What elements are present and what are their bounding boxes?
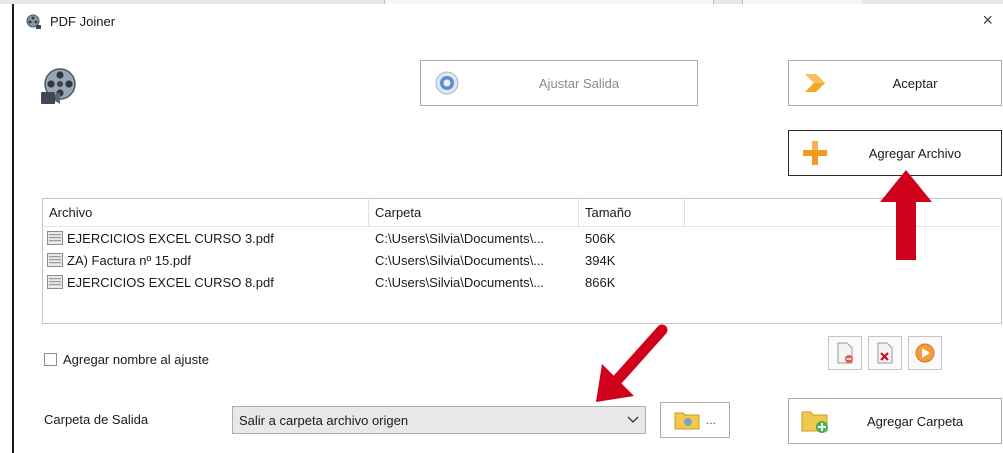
checkbox-box[interactable] bbox=[44, 353, 57, 366]
chevron-down-icon bbox=[621, 416, 645, 424]
column-header-archivo[interactable]: Archivo bbox=[43, 199, 369, 227]
play-circle-icon bbox=[915, 343, 935, 363]
file-folder: C:\Users\Silvia\Documents\... bbox=[375, 252, 545, 268]
column-header-empty bbox=[685, 199, 1001, 227]
column-header-tamano[interactable]: Tamaño bbox=[579, 199, 685, 227]
close-button[interactable]: × bbox=[982, 10, 993, 31]
file-row[interactable]: EJERCICIOS EXCEL CURSO 3.pdf C:\Users\Si… bbox=[43, 227, 1001, 249]
gear-circle-icon bbox=[433, 69, 461, 97]
file-icon bbox=[47, 253, 63, 267]
file-row[interactable]: ZA) Factura nº 15.pdf C:\Users\Silvia\Do… bbox=[43, 249, 1001, 271]
carpeta-salida-select[interactable]: Salir a carpeta archivo origen bbox=[232, 406, 646, 434]
file-size: 866K bbox=[585, 274, 616, 290]
aceptar-button[interactable]: Aceptar bbox=[788, 60, 1002, 106]
titlebar: PDF Joiner × bbox=[14, 10, 1003, 42]
file-folder: C:\Users\Silvia\Documents\... bbox=[375, 274, 545, 290]
orange-arrow-icon bbox=[801, 69, 829, 97]
folder-icon bbox=[674, 412, 700, 430]
pdf-joiner-window: PDF Joiner × Ajustar Salida Aceptar Agre… bbox=[12, 4, 1003, 453]
carpeta-salida-label: Carpeta de Salida bbox=[44, 412, 149, 427]
file-size: 394K bbox=[585, 252, 616, 268]
agregar-archivo-button[interactable]: Agregar Archivo bbox=[788, 130, 1002, 176]
orange-plus-icon bbox=[801, 139, 829, 167]
play-button[interactable] bbox=[908, 336, 942, 370]
film-reel-icon bbox=[26, 14, 41, 29]
browse-dots: ... bbox=[705, 413, 716, 427]
agregar-carpeta-button[interactable]: Agregar Carpeta bbox=[788, 398, 1002, 444]
window-title: PDF Joiner bbox=[50, 14, 116, 29]
file-name: EJERCICIOS EXCEL CURSO 8.pdf bbox=[67, 274, 274, 290]
file-icon bbox=[47, 231, 63, 245]
clear-list-button[interactable] bbox=[868, 336, 902, 370]
document-delete-icon bbox=[877, 342, 893, 364]
file-folder: C:\Users\Silvia\Documents\... bbox=[375, 230, 545, 246]
browse-folder-button[interactable]: ... bbox=[660, 402, 730, 438]
agregar-nombre-label: Agregar nombre al ajuste bbox=[63, 352, 209, 367]
file-icon bbox=[47, 275, 63, 289]
file-name: ZA) Factura nº 15.pdf bbox=[67, 252, 191, 268]
file-row[interactable]: EJERCICIOS EXCEL CURSO 8.pdf C:\Users\Si… bbox=[43, 271, 1001, 293]
remove-file-button[interactable] bbox=[828, 336, 862, 370]
file-size: 506K bbox=[585, 230, 616, 246]
file-list[interactable]: Archivo Carpeta Tamaño EJERCICIOS EXCEL … bbox=[42, 198, 1002, 324]
file-list-header: Archivo Carpeta Tamaño bbox=[43, 199, 1001, 227]
film-reel-camera-icon bbox=[41, 68, 76, 104]
annotation-down-left-arrow bbox=[596, 324, 668, 402]
select-value: Salir a carpeta archivo origen bbox=[239, 412, 409, 428]
ajustar-salida-button[interactable]: Ajustar Salida bbox=[420, 60, 698, 106]
file-name: EJERCICIOS EXCEL CURSO 3.pdf bbox=[67, 230, 274, 246]
agregar-nombre-checkbox[interactable]: Agregar nombre al ajuste bbox=[44, 352, 209, 367]
column-header-carpeta[interactable]: Carpeta bbox=[369, 199, 579, 227]
ajustar-salida-label: Ajustar Salida bbox=[538, 75, 620, 91]
document-remove-icon bbox=[837, 342, 853, 364]
folder-plus-icon bbox=[801, 407, 829, 435]
